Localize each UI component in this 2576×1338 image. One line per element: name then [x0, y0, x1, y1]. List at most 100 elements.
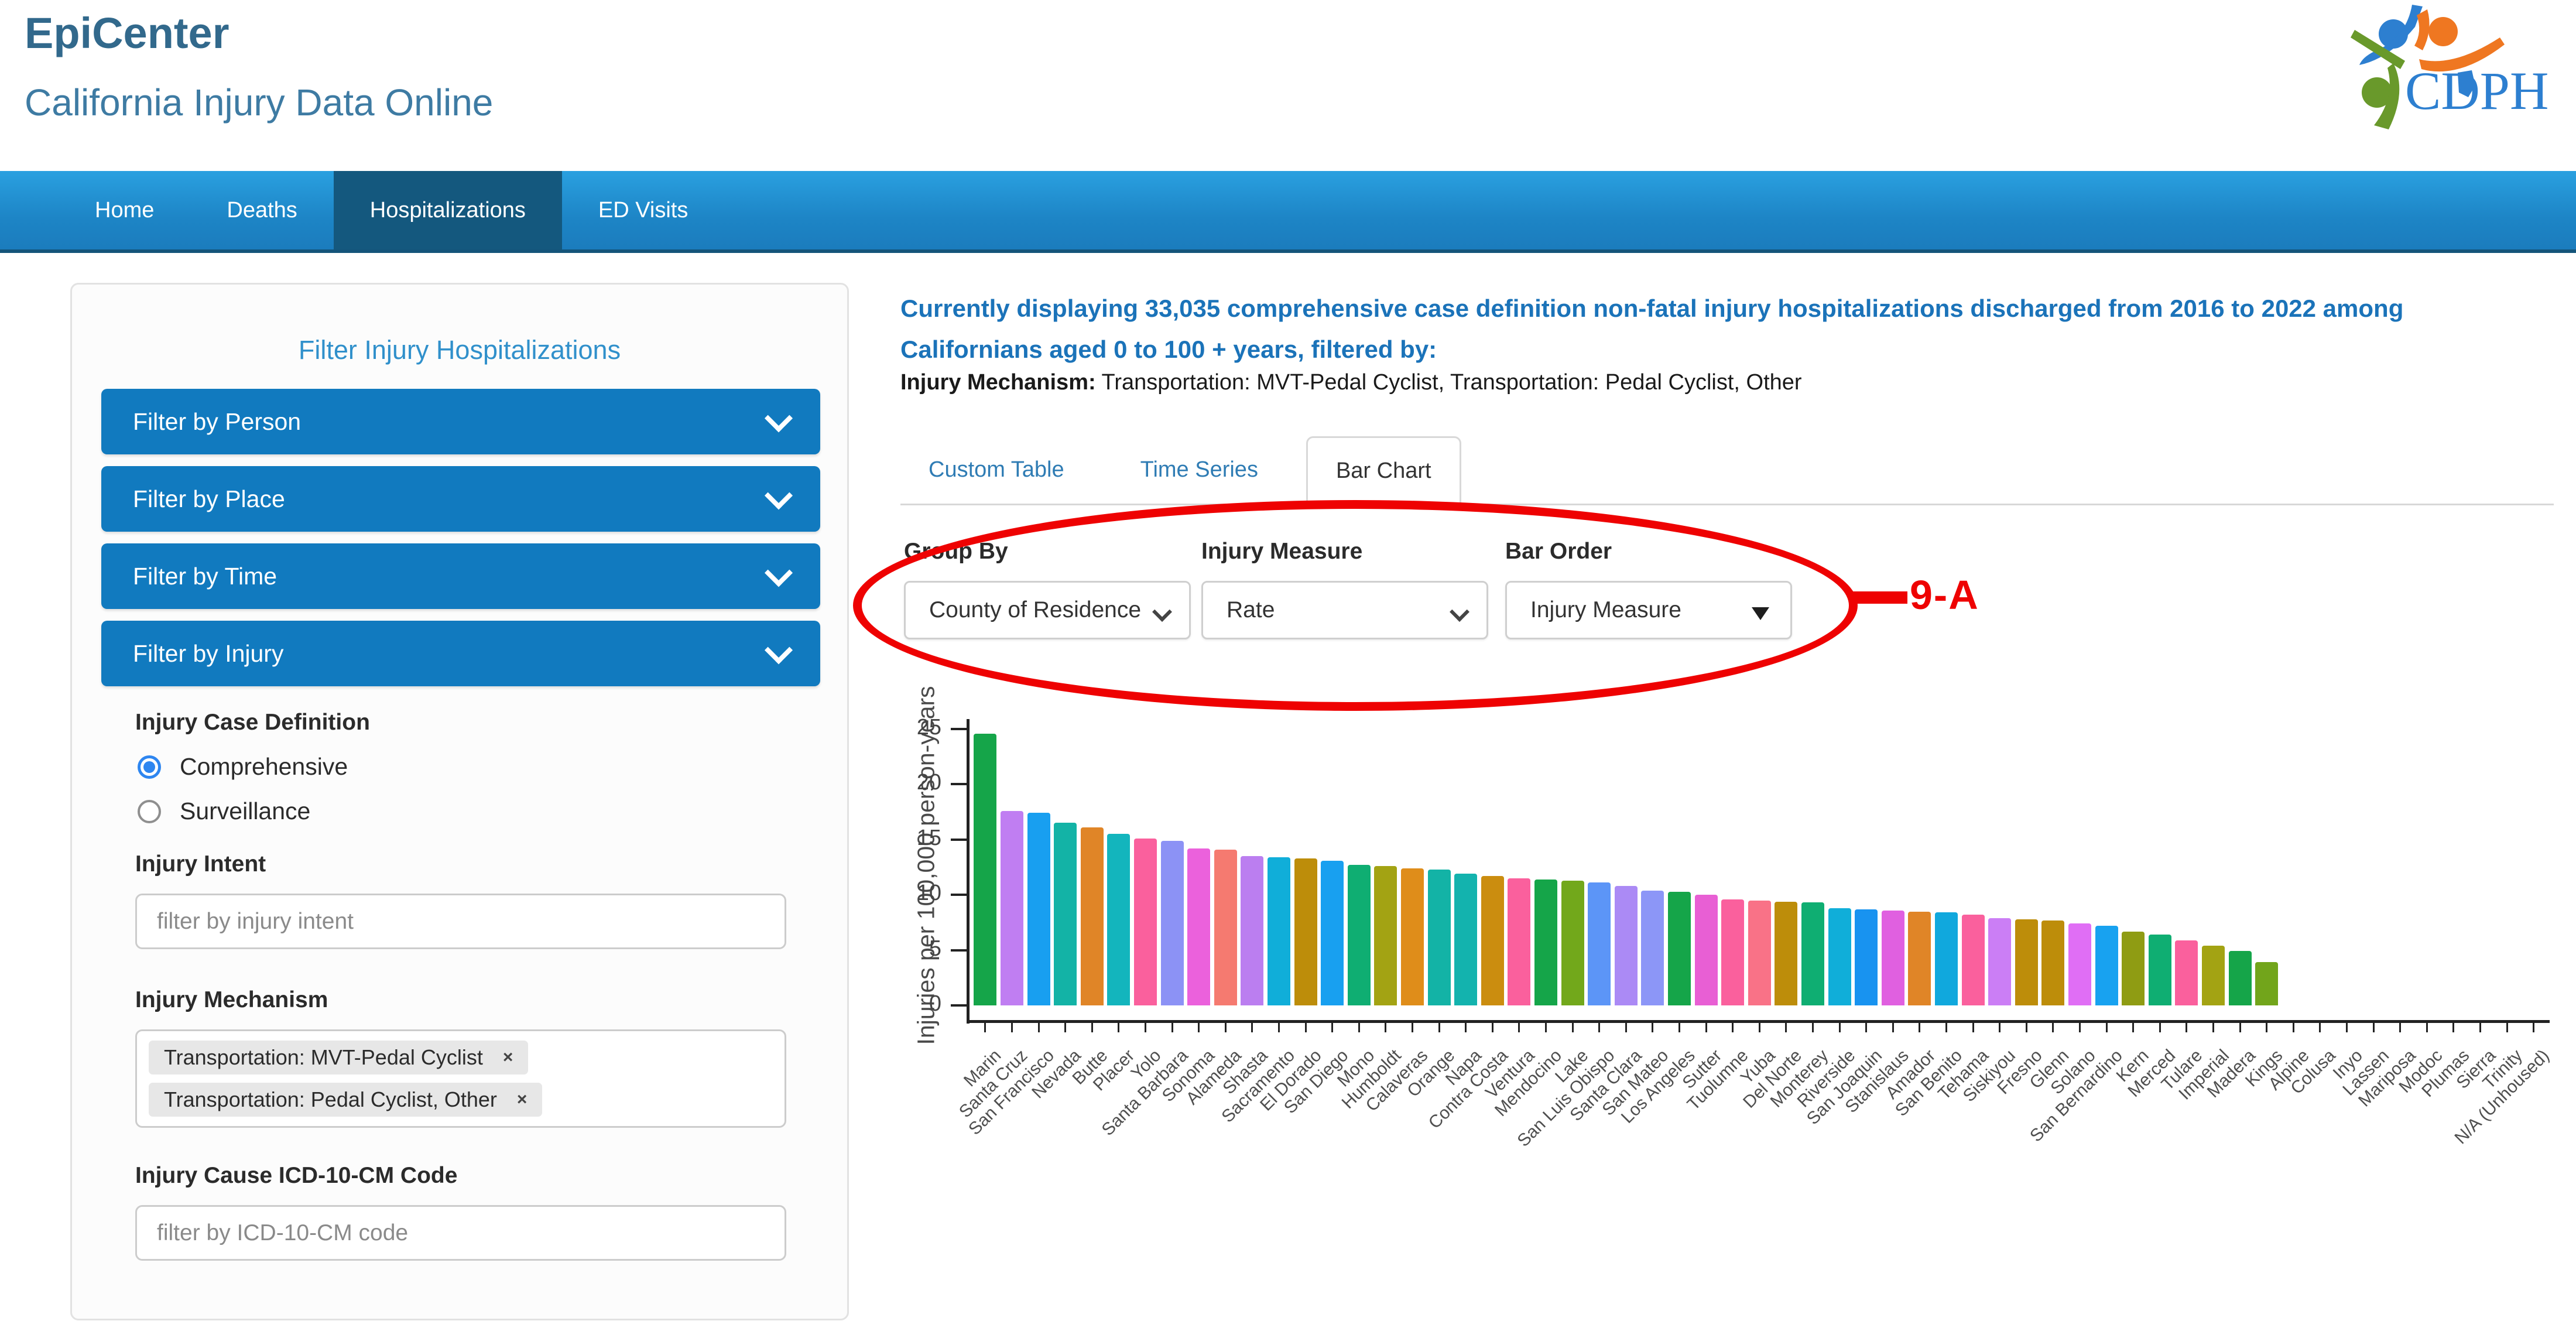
x-tick: [2452, 1023, 2455, 1032]
bar-santa-cruz: [1000, 810, 1023, 1005]
bar-riverside: [1828, 908, 1851, 1005]
svg-text:CDPH: CDPH: [2405, 61, 2548, 121]
mechanism-tag-label: Transportation: Pedal Cyclist, Other: [164, 1087, 497, 1111]
bar-santa-clara: [1614, 886, 1638, 1005]
y-tick: [951, 838, 967, 841]
x-tick: [984, 1023, 986, 1032]
bar-imperial: [2201, 946, 2225, 1005]
y-tick: [951, 949, 967, 952]
radio-selected-icon[interactable]: [138, 755, 161, 779]
x-tick: [1811, 1023, 1814, 1032]
x-tick: [2426, 1023, 2428, 1032]
x-tick: [1544, 1023, 1547, 1032]
bar-el-dorado: [1294, 858, 1317, 1005]
y-tick-label: 10: [916, 881, 941, 906]
injury-intent-label: Injury Intent: [135, 851, 266, 877]
remove-tag-icon[interactable]: ×: [517, 1090, 527, 1110]
chevron-down-icon: [764, 481, 793, 510]
chevron-down-icon: [764, 559, 793, 587]
x-tick: [2025, 1023, 2027, 1032]
accordion-filter-by-time[interactable]: Filter by Time: [101, 543, 820, 609]
tab-custom-table[interactable]: Custom Table: [900, 436, 1092, 504]
chevron-down-icon: [1152, 602, 1172, 622]
x-tick: [1171, 1023, 1173, 1032]
mechanism-tag-label: Transportation: MVT-Pedal Cyclist: [164, 1045, 483, 1069]
tab-bar-chart[interactable]: Bar Chart: [1306, 436, 1461, 505]
x-tick: [1304, 1023, 1307, 1032]
mechanism-tag: Transportation: MVT-Pedal Cyclist ×: [149, 1041, 529, 1074]
bar-merced: [2148, 935, 2171, 1005]
bar-ventura: [1508, 878, 1531, 1005]
x-tick: [2052, 1023, 2054, 1032]
select-bar-order[interactable]: Injury Measure: [1505, 581, 1792, 639]
bar-sacramento: [1267, 857, 1290, 1005]
bar-solano: [2068, 923, 2091, 1005]
radio-label: Surveillance: [180, 798, 311, 824]
bar-placer: [1107, 834, 1131, 1005]
x-tick: [1491, 1023, 1493, 1032]
bar-tehama: [1961, 915, 1985, 1005]
annotation-label: 9-A: [1910, 572, 1979, 618]
x-tick: [1091, 1023, 1093, 1032]
x-tick: [1999, 1023, 2001, 1032]
bar-del-norte: [1775, 901, 1798, 1005]
bar-calaveras: [1400, 868, 1424, 1005]
applied-filter-value: Transportation: MVT-Pedal Cyclist, Trans…: [1095, 370, 1802, 395]
icd-code-input[interactable]: [135, 1205, 786, 1261]
select-group-by[interactable]: County of Residence: [904, 581, 1191, 639]
applied-filters: Injury Mechanism: Transportation: MVT-Pe…: [900, 370, 1802, 395]
nav-item-ed-visits[interactable]: ED Visits: [562, 171, 724, 249]
bar-butte: [1080, 827, 1104, 1005]
y-tick-label: 15: [916, 825, 941, 850]
x-tick: [1865, 1023, 1868, 1032]
accordion-filter-by-injury[interactable]: Filter by Injury: [101, 621, 820, 686]
select-value: Rate: [1227, 597, 1275, 622]
x-tick: [2399, 1023, 2402, 1032]
x-tick: [2319, 1023, 2321, 1032]
mechanism-tag: Transportation: Pedal Cyclist, Other ×: [149, 1083, 543, 1117]
x-tick: [1411, 1023, 1413, 1032]
x-tick: [1358, 1023, 1360, 1032]
bar-kings: [2255, 962, 2279, 1005]
bar-napa: [1454, 874, 1478, 1005]
bar-stanislaus: [1881, 910, 1904, 1005]
x-tick: [2292, 1023, 2294, 1032]
bar-siskiyou: [1988, 918, 2012, 1005]
x-tick: [1518, 1023, 1520, 1032]
y-tick-label: 5: [929, 936, 941, 961]
nav-item-deaths[interactable]: Deaths: [190, 171, 333, 249]
radio-option-comprehensive[interactable]: Comprehensive: [138, 753, 348, 781]
y-tick: [951, 894, 967, 896]
bar-tuolumne: [1721, 899, 1745, 1005]
view-tabs: Custom Table Time Series Bar Chart: [900, 436, 2554, 505]
accordion-filter-by-place[interactable]: Filter by Place: [101, 466, 820, 532]
bar-san-mateo: [1641, 890, 1664, 1005]
injury-intent-input[interactable]: [135, 894, 786, 949]
radio-unselected-icon[interactable]: [138, 799, 161, 823]
x-tick: [1037, 1023, 1040, 1032]
x-tick: [2186, 1023, 2188, 1032]
nav-item-hospitalizations[interactable]: Hospitalizations: [333, 171, 562, 249]
bar-san-luis-obispo: [1588, 882, 1611, 1005]
chevron-down-icon: [1450, 602, 1469, 622]
select-value: County of Residence: [929, 597, 1142, 622]
accordion-filter-by-person[interactable]: Filter by Person: [101, 389, 820, 454]
select-value: Injury Measure: [1530, 597, 1681, 622]
select-injury-measure[interactable]: Rate: [1201, 581, 1488, 639]
x-tick: [1919, 1023, 1921, 1032]
bar-los-angeles: [1667, 891, 1691, 1005]
y-axis-line: [967, 719, 970, 1024]
control-group-injury-measure: Injury Measure Rate: [1201, 539, 1488, 639]
radio-label: Comprehensive: [180, 753, 348, 780]
tab-time-series[interactable]: Time Series: [1112, 436, 1286, 504]
control-group-group-by: Group By County of Residence: [904, 539, 1191, 639]
injury-mechanism-multiselect[interactable]: Transportation: MVT-Pedal Cyclist × Transp…: [135, 1029, 786, 1128]
x-tick: [1838, 1023, 1841, 1032]
x-tick: [1010, 1023, 1013, 1032]
page-title: EpiCenter: [25, 9, 229, 57]
radio-option-surveillance[interactable]: Surveillance: [138, 798, 310, 825]
remove-tag-icon[interactable]: ×: [503, 1048, 513, 1067]
x-tick: [2506, 1023, 2508, 1032]
x-tick: [1277, 1023, 1280, 1032]
nav-item-home[interactable]: Home: [59, 171, 190, 249]
